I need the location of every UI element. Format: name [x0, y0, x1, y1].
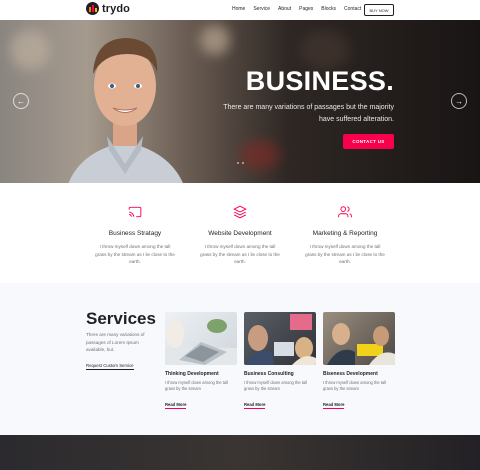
hero-bokeh — [200, 25, 230, 55]
features-section: Business Stratagy I throw myself down am… — [0, 183, 480, 283]
users-icon — [338, 206, 352, 218]
hero-title: BUSINESS. — [245, 66, 394, 96]
feature-item: Business Stratagy I throw myself down am… — [95, 205, 175, 266]
services-title: Services — [86, 309, 156, 328]
read-more-link[interactable]: Read More — [244, 402, 266, 409]
slider-dot[interactable] — [237, 162, 239, 164]
service-card-image — [244, 312, 316, 365]
service-card-text: I throw myself down among the tall grass… — [244, 380, 308, 392]
main-nav: Home Service About Pages Blocks Contact — [232, 6, 369, 12]
feature-text: I throw myself down among the tall grass… — [95, 244, 175, 265]
hero-slider: ← → BUSINESS. There are many variations … — [0, 20, 480, 183]
nav-item-pages[interactable]: Pages — [299, 6, 313, 12]
feature-text: I throw myself down among the tall grass… — [200, 244, 280, 265]
arrow-right-icon: → — [455, 96, 463, 106]
service-card[interactable]: Biseness Development I throw myself down… — [323, 312, 395, 411]
service-card-title: Biseness Development — [323, 371, 378, 377]
request-custom-service-link[interactable]: Request Custom Service — [86, 363, 134, 370]
slider-dot[interactable] — [242, 162, 244, 164]
read-more-link[interactable]: Read More — [323, 402, 345, 409]
service-card[interactable]: Thinking Development I throw myself down… — [165, 312, 237, 411]
nav-item-about[interactable]: About — [278, 6, 291, 12]
service-card-title: Business Consulting — [244, 371, 294, 377]
layers-icon — [233, 205, 247, 219]
site-header: trydo Home Service About Pages Blocks Co… — [0, 0, 480, 20]
feature-title: Website Development — [208, 230, 272, 237]
hero-bokeh — [10, 30, 50, 70]
feature-item: Marketing & Reporting I throw myself dow… — [305, 205, 385, 266]
nav-item-blocks[interactable]: Blocks — [321, 6, 336, 12]
service-card-image — [165, 312, 237, 365]
slider-prev-arrow[interactable]: ← — [13, 93, 29, 109]
services-description: There are many variations of passages of… — [86, 332, 145, 352]
feature-text: I throw myself down among the tall grass… — [305, 244, 385, 265]
services-section: Services There are many variations of pa… — [0, 283, 480, 435]
buy-now-button[interactable]: BUY NOW — [364, 4, 394, 16]
contact-us-button[interactable]: CONTACT US — [343, 134, 394, 149]
hero-subtitle: There are many variations of passages bu… — [223, 104, 394, 123]
cast-icon — [128, 206, 142, 218]
logo-text: trydo — [102, 2, 130, 15]
logo-icon — [86, 2, 99, 15]
arrow-left-icon: ← — [17, 96, 25, 106]
slider-next-arrow[interactable]: → — [451, 93, 467, 109]
service-card-title: Thinking Development — [165, 371, 219, 377]
hero-bokeh — [240, 140, 280, 170]
counter-section — [0, 435, 480, 470]
read-more-link[interactable]: Read More — [165, 402, 187, 409]
feature-item: Website Development I throw myself down … — [200, 205, 280, 266]
nav-item-contact[interactable]: Contact — [344, 6, 361, 12]
service-card-image — [323, 312, 395, 365]
nav-item-home[interactable]: Home — [232, 6, 245, 12]
nav-item-service[interactable]: Service — [253, 6, 270, 12]
hero-person-image — [68, 38, 183, 183]
slider-dots — [237, 162, 244, 164]
service-card-text: I throw myself down among the tall grass… — [165, 380, 229, 392]
hero-bokeh — [300, 30, 350, 70]
logo[interactable]: trydo — [86, 2, 130, 15]
feature-title: Business Stratagy — [108, 230, 162, 237]
service-card[interactable]: Business Consulting I throw myself down … — [244, 312, 316, 411]
feature-title: Marketing & Reporting — [312, 230, 378, 237]
service-card-text: I throw myself down among the tall grass… — [323, 380, 387, 392]
